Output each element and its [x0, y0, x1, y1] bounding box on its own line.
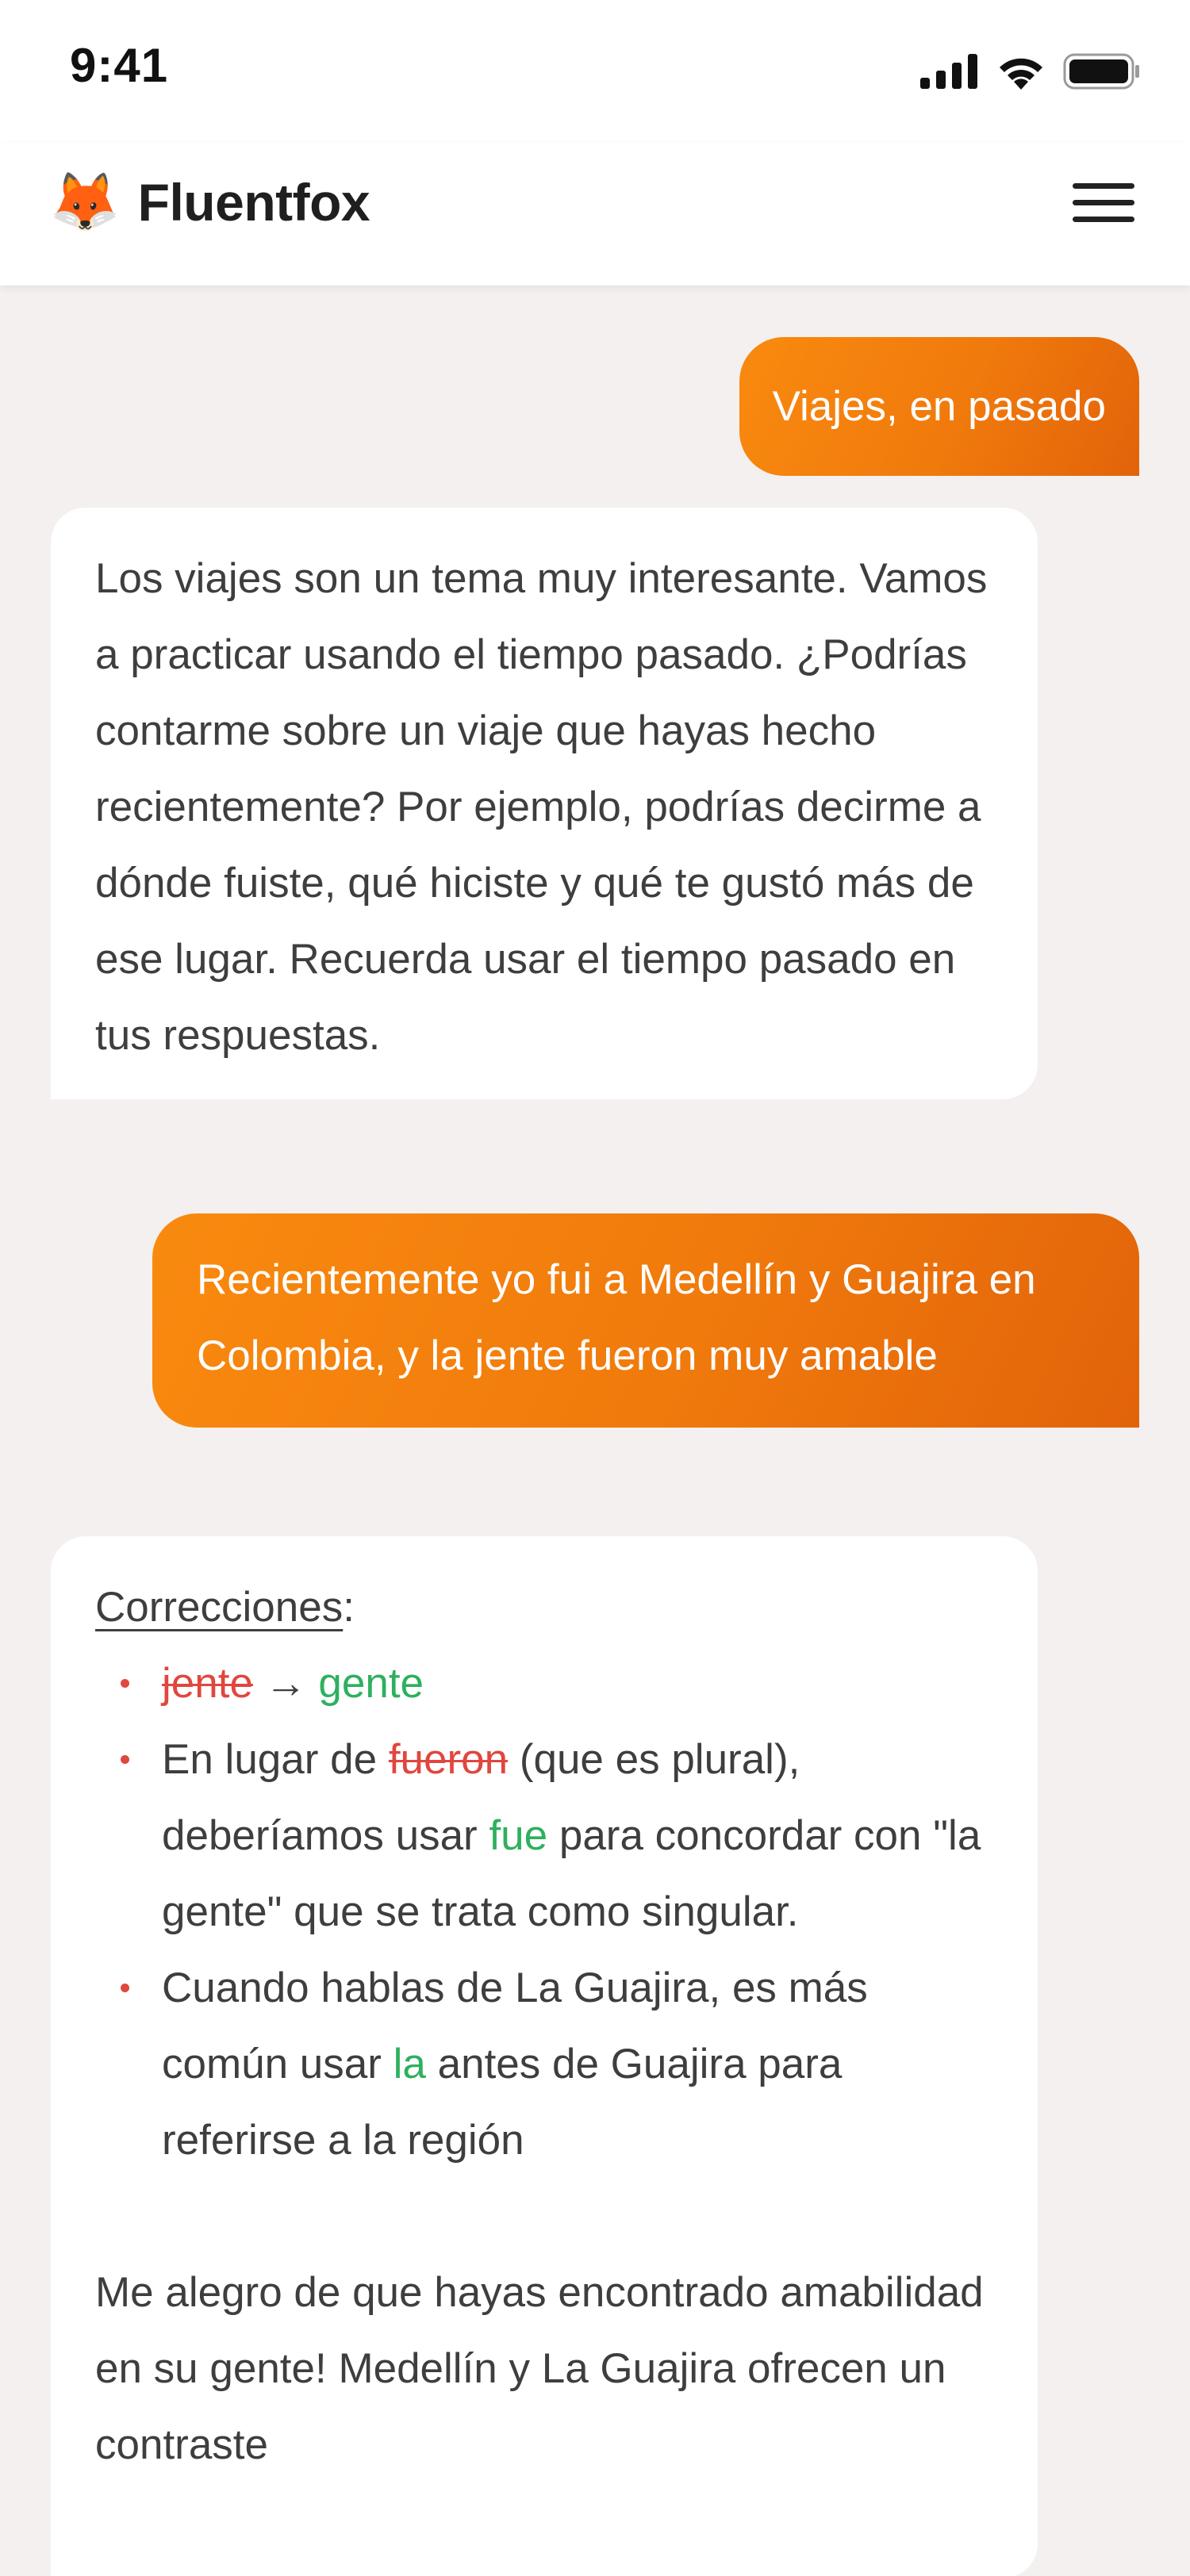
corrections-list: jente → gente En lugar de fueron (que es…: [95, 1646, 993, 2179]
signal-icon: [920, 54, 977, 89]
assistant-message: Los viajes son un tema muy interesante. …: [51, 508, 1038, 1099]
corrections-message: Correcciones: jente → gente En lugar de …: [51, 1536, 1038, 2576]
message-text: Los viajes son un tema muy interesante. …: [95, 555, 988, 1059]
correct-word: fue: [489, 1812, 548, 1859]
status-bar: 9:41: [0, 0, 1190, 143]
battery-icon: [1063, 53, 1139, 90]
wifi-icon: [1000, 58, 1042, 90]
correction-item: jente → gente: [95, 1646, 993, 1722]
chat-thread: Viajes, en pasado Los viajes son un tema…: [0, 286, 1190, 2576]
status-time: 9:41: [70, 39, 169, 92]
wrong-word: fueron: [388, 1736, 509, 1783]
correct-word: la: [393, 2041, 426, 2087]
user-message: Viajes, en pasado: [739, 337, 1139, 476]
correction-item: Cuando hablas de La Guajira, es más comú…: [95, 1950, 993, 2179]
app-name: Fluentfox: [137, 173, 370, 232]
wrong-word: jente: [162, 1660, 253, 1707]
user-message: Recientemente yo fui a Medellín y Guajir…: [152, 1213, 1139, 1428]
correction-item: En lugar de fueron (que es plural), debe…: [95, 1722, 993, 1950]
app-header: 🦊 Fluentfox: [0, 143, 1190, 286]
status-icons: [920, 49, 1141, 94]
message-text: Viajes, en pasado: [772, 383, 1106, 430]
message-text: Recientemente yo fui a Medellín y Guajir…: [197, 1256, 1036, 1379]
arrow-icon: →: [264, 1660, 307, 1707]
brand[interactable]: 🦊 Fluentfox: [49, 159, 370, 246]
fox-logo-icon: 🦊: [49, 171, 121, 234]
correct-word: gente: [318, 1660, 424, 1707]
followup-text: Me alegro de que hayas encontrado amabil…: [95, 2269, 984, 2468]
hamburger-menu-icon[interactable]: [1073, 167, 1134, 238]
corrections-heading: Correcciones:: [95, 1584, 355, 1631]
